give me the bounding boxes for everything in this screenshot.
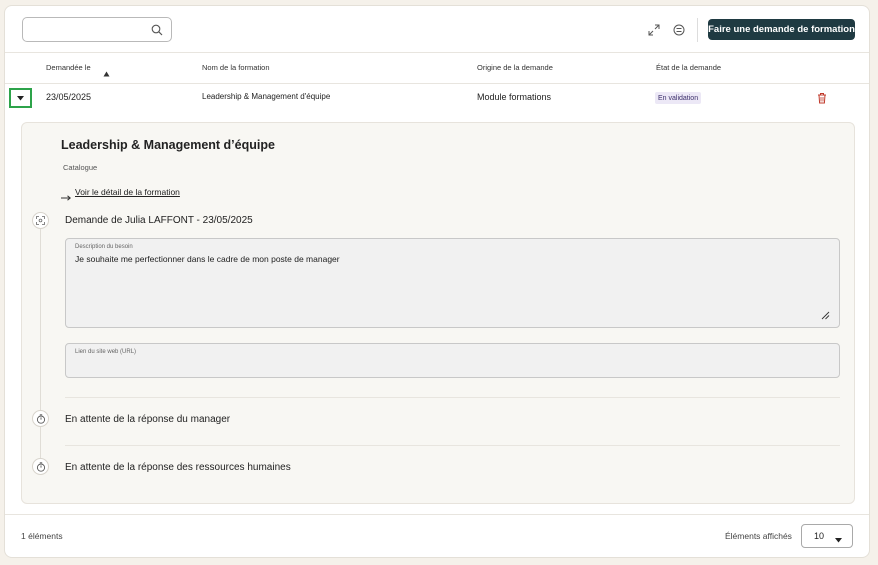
column-header-name[interactable]: Nom de la formation: [202, 63, 270, 72]
hr-step-label: En attente de la réponse des ressources …: [65, 462, 291, 473]
delete-icon[interactable]: [817, 91, 827, 109]
detail-title: Leadership & Management d’équipe: [61, 138, 275, 152]
column-header-status[interactable]: État de la demande: [656, 63, 721, 72]
manager-step-label: En attente de la réponse du manager: [65, 414, 231, 425]
manager-step-dot: [32, 410, 49, 427]
description-field[interactable]: Description du besoin Je souhaite me per…: [65, 238, 840, 328]
chevron-down-icon: [835, 535, 842, 545]
expand-icon[interactable]: [648, 23, 660, 41]
stopwatch-icon: [36, 413, 45, 424]
request-training-button[interactable]: Faire une demande de formation: [708, 19, 855, 40]
resize-handle-icon[interactable]: [821, 307, 830, 325]
chevron-down-icon: [17, 95, 24, 100]
training-detail-link[interactable]: Voir le détail de la formation: [75, 187, 180, 197]
divider: [5, 52, 869, 53]
row-expand-button[interactable]: [9, 88, 32, 108]
arrow-right-icon: [61, 188, 71, 206]
url-field-label: Lien du site web (URL): [75, 349, 137, 355]
description-field-value: Je souhaite me perfectionner dans le cad…: [75, 254, 340, 264]
row-date: 23/05/2025: [46, 92, 92, 102]
request-step-dot: [32, 212, 49, 229]
search-input[interactable]: [22, 17, 172, 42]
row-origin: Module formations: [477, 92, 552, 102]
row-training-name: Leadership & Management d'équipe: [202, 92, 331, 101]
settings-filter-icon[interactable]: [673, 23, 685, 41]
page-size-select[interactable]: 10: [801, 524, 853, 548]
column-header-origin[interactable]: Origine de la demande: [477, 63, 553, 72]
description-field-label: Description du besoin: [75, 244, 133, 250]
page-size-value: 10: [814, 531, 825, 541]
main-card: Faire une demande de formation Demandée …: [4, 5, 870, 558]
page-size-label: Éléments affichés: [725, 531, 792, 541]
search-icon[interactable]: [151, 23, 163, 41]
divider: [5, 514, 869, 515]
item-count: 1 éléments: [21, 531, 63, 541]
divider: [65, 445, 840, 446]
catalog-label: Catalogue: [63, 163, 98, 172]
status-badge: En validation: [655, 92, 702, 104]
divider: [5, 83, 869, 84]
sort-ascending-icon[interactable]: [103, 64, 110, 82]
column-header-date-label: Demandée le: [46, 63, 91, 72]
request-heading: Demande de Julia LAFFONT - 23/05/2025: [65, 215, 253, 226]
url-field[interactable]: Lien du site web (URL): [65, 343, 840, 378]
focus-frame-icon: [36, 216, 45, 225]
column-header-date[interactable]: Demandée le: [46, 63, 91, 72]
stopwatch-icon: [36, 461, 45, 472]
toolbar-divider: [697, 18, 698, 42]
timeline-line: [40, 228, 41, 468]
hr-step-dot: [32, 458, 49, 475]
divider: [65, 397, 840, 398]
